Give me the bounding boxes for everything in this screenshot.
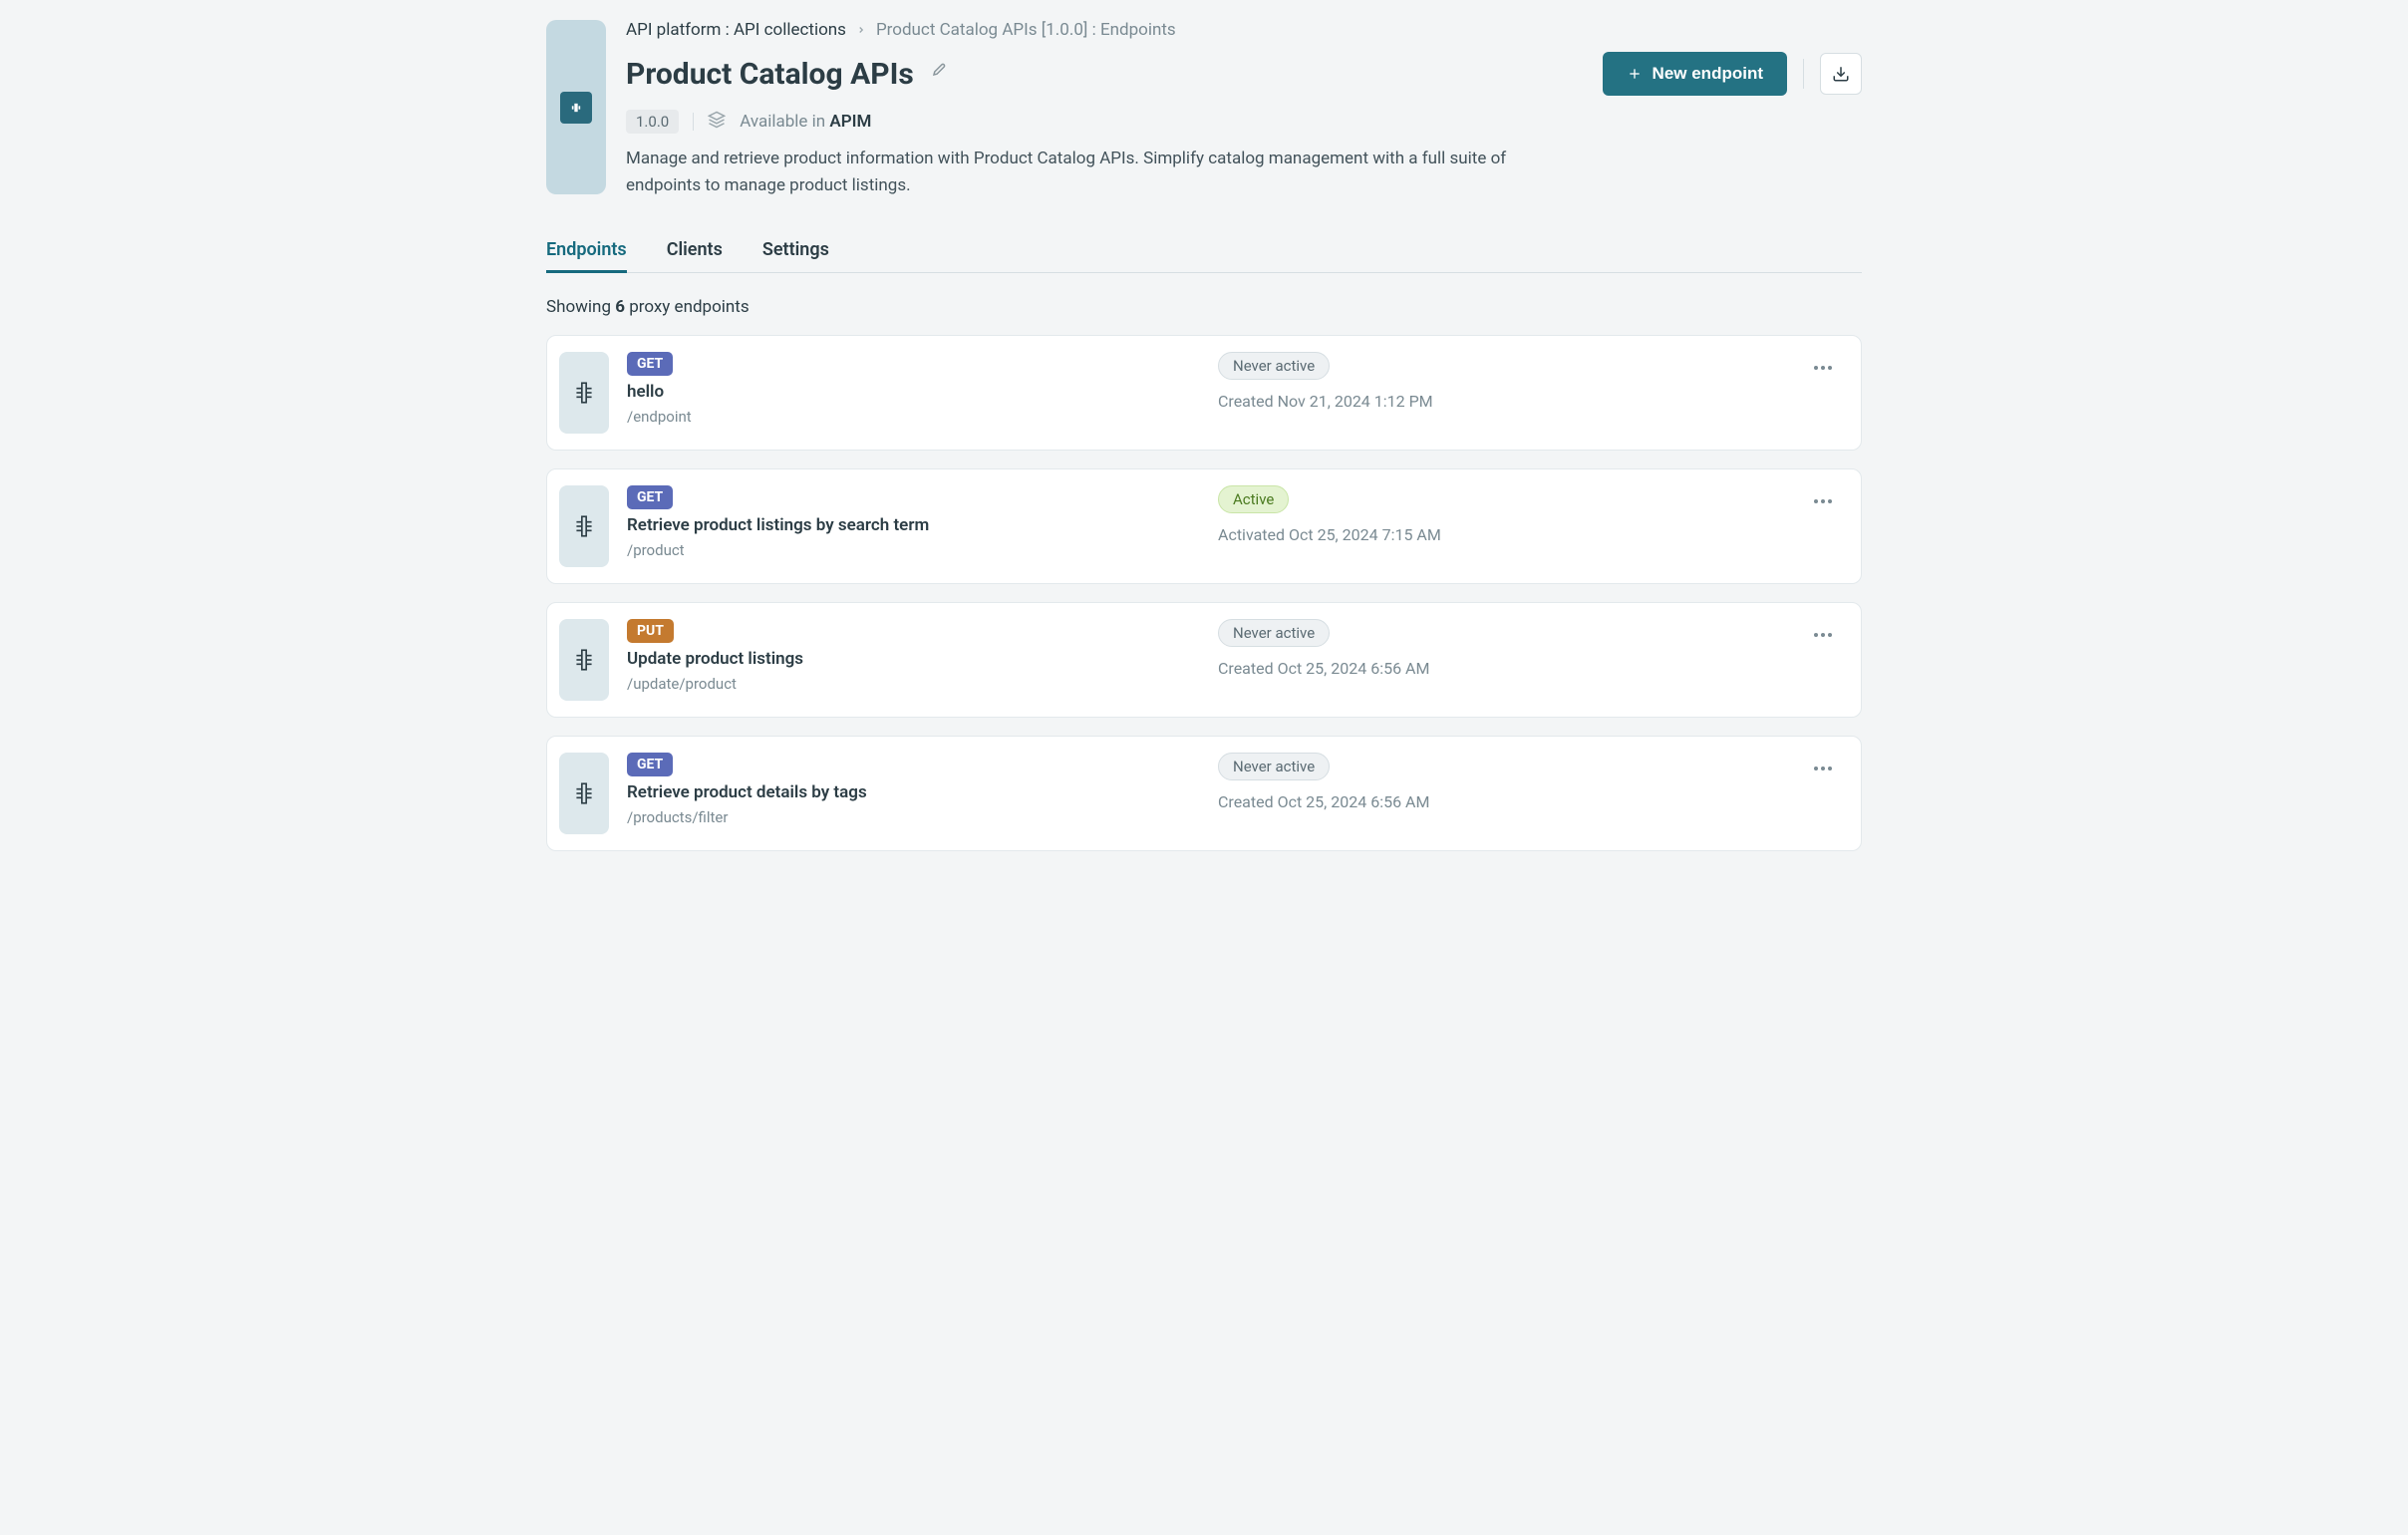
- endpoint-name: Update product listings: [627, 649, 1198, 669]
- timestamp: Created Oct 25, 2024 6:56 AM: [1218, 792, 1429, 811]
- new-endpoint-label: New endpoint: [1653, 64, 1763, 84]
- api-collection-icon-block: [546, 20, 606, 194]
- status-badge: Active: [1218, 485, 1289, 513]
- more-icon[interactable]: [1807, 619, 1839, 655]
- endpoint-card[interactable]: GET Retrieve product listings by search t…: [546, 468, 1862, 584]
- edit-icon[interactable]: [928, 63, 946, 85]
- endpoint-path: /product: [627, 541, 1198, 559]
- divider: [1803, 59, 1804, 89]
- timestamp: Activated Oct 25, 2024 7:15 AM: [1218, 525, 1441, 544]
- divider: [693, 113, 694, 131]
- method-badge: GET: [627, 352, 673, 376]
- more-icon[interactable]: [1807, 753, 1839, 788]
- description: Manage and retrieve product information …: [626, 146, 1523, 199]
- page-title: Product Catalog APIs: [626, 57, 914, 92]
- showing-text: Showing 6 proxy endpoints: [546, 297, 1862, 317]
- endpoint-card[interactable]: PUT Update product listings/update/produc…: [546, 602, 1862, 718]
- status-badge: Never active: [1218, 352, 1330, 380]
- endpoint-card[interactable]: GET Retrieve product details by tags/prod…: [546, 736, 1862, 851]
- tab-clients[interactable]: Clients: [667, 229, 723, 273]
- method-badge: GET: [627, 485, 673, 509]
- breadcrumb-root[interactable]: API platform : API collections: [626, 20, 846, 40]
- download-button[interactable]: [1820, 53, 1862, 95]
- endpoint-icon: [559, 753, 609, 834]
- new-endpoint-button[interactable]: New endpoint: [1603, 52, 1787, 96]
- status-badge: Never active: [1218, 619, 1330, 647]
- tab-endpoints[interactable]: Endpoints: [546, 229, 627, 273]
- version-badge: 1.0.0: [626, 110, 679, 134]
- endpoint-path: /endpoint: [627, 408, 1198, 426]
- more-icon[interactable]: [1807, 352, 1839, 388]
- tabs: Endpoints Clients Settings: [546, 229, 1862, 273]
- endpoint-name: Retrieve product details by tags: [627, 782, 1198, 802]
- timestamp: Created Nov 21, 2024 1:12 PM: [1218, 392, 1433, 411]
- chevron-right-icon: [856, 20, 866, 40]
- method-badge: GET: [627, 753, 673, 776]
- layers-icon: [708, 111, 726, 134]
- timestamp: Created Oct 25, 2024 6:56 AM: [1218, 659, 1429, 678]
- endpoint-icon: [559, 352, 609, 434]
- tab-settings[interactable]: Settings: [762, 229, 829, 273]
- endpoint-list: GET hello/endpoint Never active Created Nov…: [546, 335, 1862, 851]
- more-icon[interactable]: [1807, 485, 1839, 521]
- breadcrumb-current: Product Catalog APIs [1.0.0] : Endpoints: [876, 20, 1176, 40]
- api-collection-icon: [560, 92, 592, 124]
- endpoint-path: /products/filter: [627, 808, 1198, 826]
- endpoint-icon: [559, 485, 609, 567]
- breadcrumb: API platform : API collections Product C…: [626, 20, 1862, 40]
- endpoint-name: hello: [627, 382, 1198, 402]
- method-badge: PUT: [627, 619, 674, 643]
- endpoint-card[interactable]: GET hello/endpoint Never active Created Nov…: [546, 335, 1862, 451]
- endpoint-name: Retrieve product listings by search term: [627, 515, 1198, 535]
- endpoint-path: /update/product: [627, 675, 1198, 693]
- endpoint-icon: [559, 619, 609, 701]
- availability-text: Available in APIM: [740, 112, 871, 132]
- status-badge: Never active: [1218, 753, 1330, 780]
